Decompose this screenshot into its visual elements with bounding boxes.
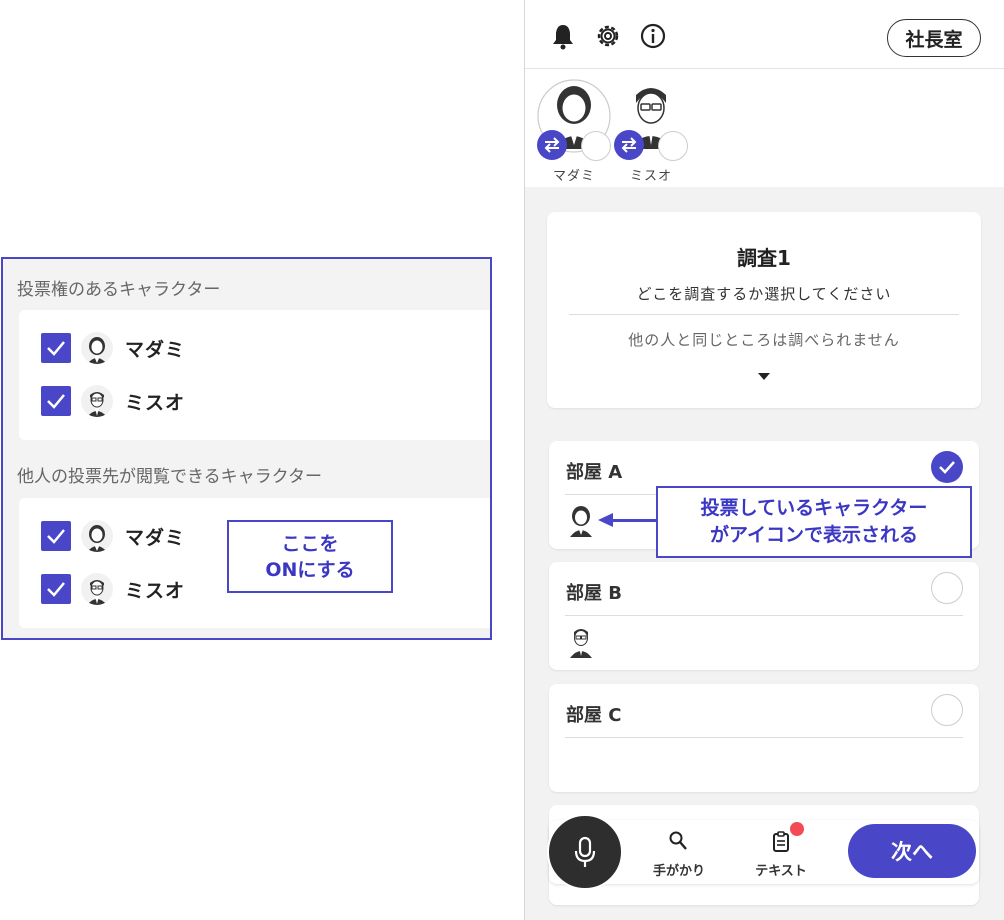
- divider: [565, 615, 963, 616]
- swap-arrows-icon[interactable]: [614, 130, 644, 160]
- player-strip: マダミ ミスオ: [525, 69, 1004, 187]
- room-card-b[interactable]: 部屋 B: [549, 562, 979, 670]
- voter-male-icon: [566, 626, 596, 658]
- magnifier-icon: [669, 831, 687, 850]
- player-name: マダミ: [552, 169, 595, 184]
- caret-down-icon[interactable]: [756, 366, 772, 385]
- next-button[interactable]: 次へ: [848, 824, 976, 878]
- callout-line: がアイコンで表示される: [709, 524, 919, 546]
- top-bar: 社長室: [525, 0, 1004, 69]
- female-character-icon: [81, 520, 113, 552]
- survey-title: 調査1: [737, 246, 791, 270]
- microphone-icon: [574, 836, 596, 867]
- male-character-icon: [81, 385, 113, 417]
- character-name: マダミ: [125, 338, 186, 361]
- checkbox-checked-icon[interactable]: [41, 521, 71, 551]
- checkbox-checked-icon[interactable]: [41, 574, 71, 604]
- divider: [565, 737, 963, 738]
- status-dot: [658, 131, 688, 161]
- view-section-title: 他人の投票先が閲覧できるキャラクター: [17, 467, 322, 487]
- survey-card: 調査1 どこを調査するか選択してください 他の人と同じところは調べられません: [547, 212, 981, 408]
- room-name: 部屋 A: [566, 462, 623, 483]
- callout-line: 投票しているキャラクター: [700, 497, 928, 519]
- notification-badge: [790, 822, 804, 836]
- male-character-icon: [81, 573, 113, 605]
- text-tab[interactable]: テキスト: [741, 822, 821, 879]
- voting-section-title: 投票権のあるキャラクター: [17, 280, 221, 300]
- selected-check-icon[interactable]: [931, 451, 963, 483]
- clipboard-icon: [773, 831, 789, 852]
- voting-row-madami[interactable]: マダミ: [41, 332, 185, 364]
- survey-note: 他の人と同じところは調べられません: [628, 331, 900, 349]
- survey-subtitle: どこを調査するか選択してください: [636, 285, 892, 303]
- character-name: マダミ: [125, 526, 186, 549]
- unselected-circle-icon[interactable]: [931, 572, 963, 604]
- status-dot: [581, 131, 611, 161]
- room-name: 部屋 B: [566, 583, 622, 604]
- female-character-icon: [81, 332, 113, 364]
- annotation-arrow-line: [612, 519, 656, 522]
- turn-on-callout: ここを ONにする: [227, 520, 393, 593]
- view-row-madami[interactable]: マダミ: [41, 520, 185, 552]
- character-name: ミスオ: [125, 579, 186, 602]
- swap-arrows-icon[interactable]: [537, 130, 567, 160]
- room-button[interactable]: 社長室: [887, 19, 981, 57]
- view-row-misuo[interactable]: ミスオ: [41, 573, 185, 605]
- voter-female-icon: [566, 505, 596, 537]
- player-name: ミスオ: [629, 169, 672, 184]
- callout-line: ONにする: [265, 558, 355, 581]
- microphone-button[interactable]: [547, 814, 623, 890]
- gear-icon[interactable]: [594, 22, 622, 50]
- text-label: テキスト: [755, 864, 807, 879]
- voting-row-misuo[interactable]: ミスオ: [41, 385, 185, 417]
- clues-label: 手がかり: [652, 864, 705, 879]
- room-card-c[interactable]: 部屋 C: [549, 684, 979, 792]
- info-icon[interactable]: [639, 22, 667, 50]
- annotation-arrow-head: [598, 513, 613, 527]
- checkbox-checked-icon[interactable]: [41, 386, 71, 416]
- room-name: 部屋 C: [566, 705, 622, 726]
- checkbox-checked-icon[interactable]: [41, 333, 71, 363]
- character-name: ミスオ: [125, 391, 186, 414]
- voter-icon-callout: 投票しているキャラクター がアイコンで表示される: [656, 486, 972, 558]
- bell-icon[interactable]: [549, 22, 577, 50]
- voting-character-list: マダミ ミスオ: [19, 310, 490, 440]
- clues-tab[interactable]: 手がかり: [639, 830, 719, 879]
- divider: [569, 314, 959, 315]
- app-screen: 社長室 マダミ ミスオ 調査1 どこを調査するか選択してください 他の人と同じと…: [524, 0, 1004, 920]
- callout-line: ここを: [281, 532, 339, 555]
- unselected-circle-icon[interactable]: [931, 694, 963, 726]
